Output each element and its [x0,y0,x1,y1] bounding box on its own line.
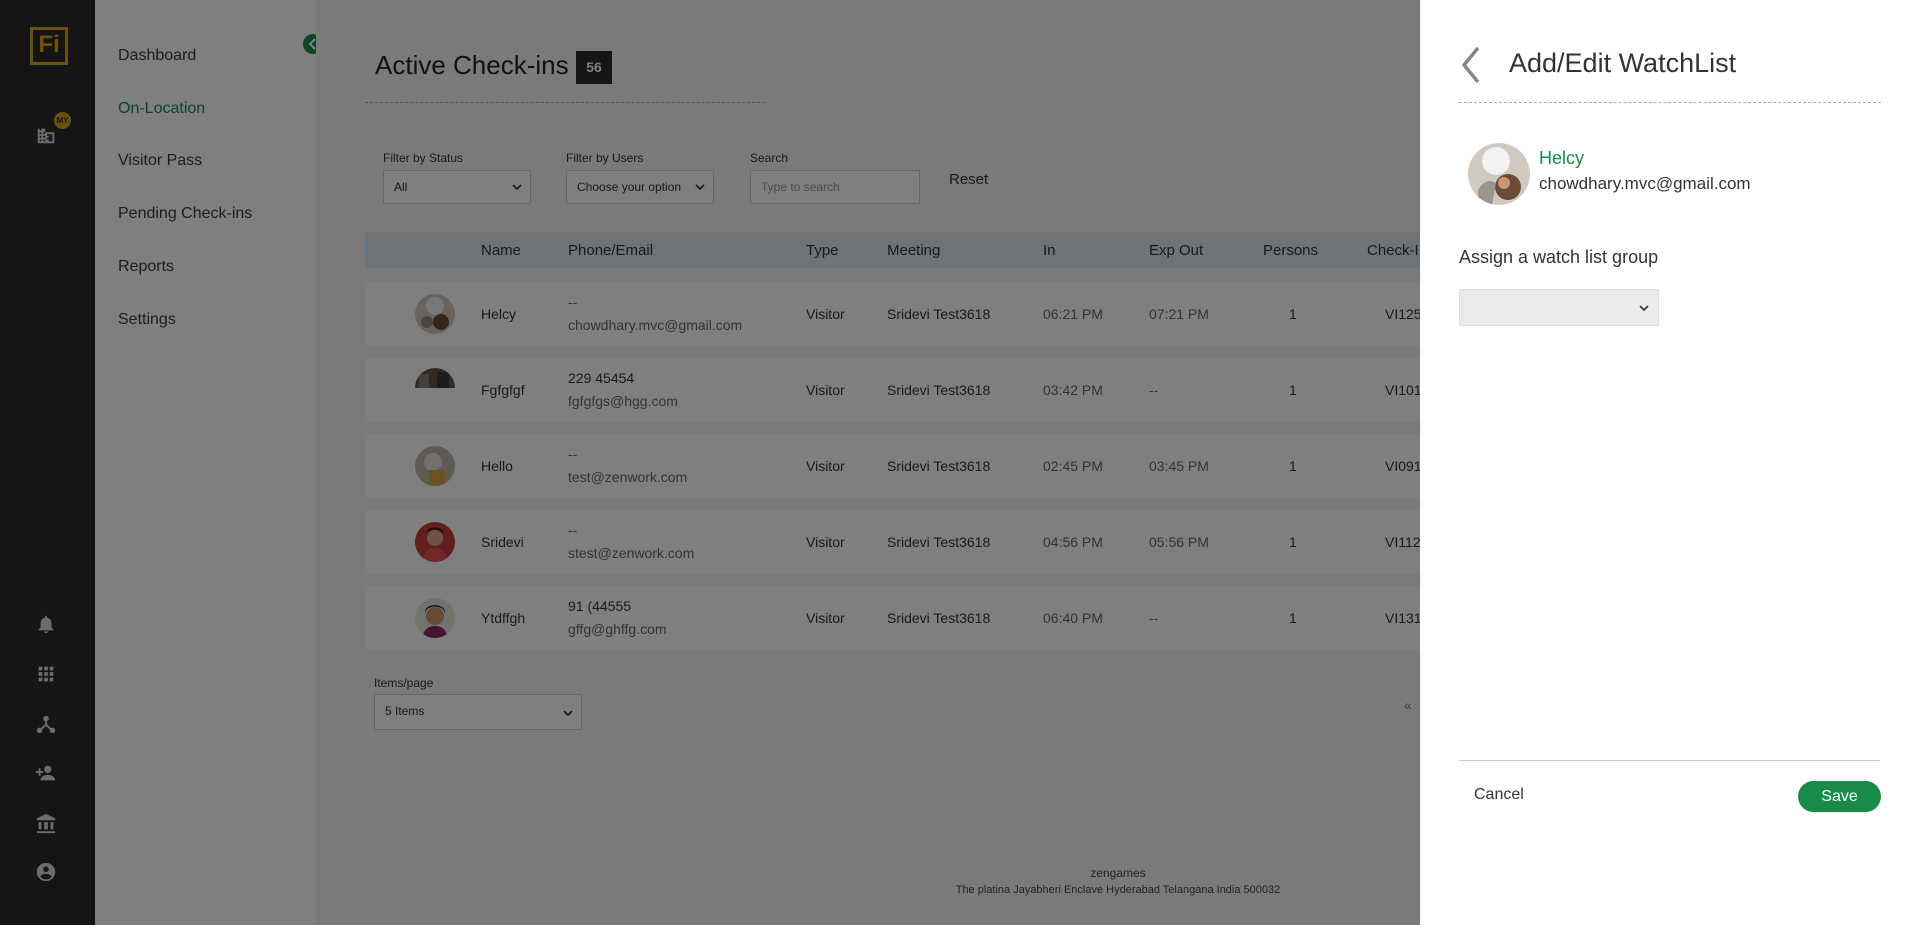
save-button[interactable]: Save [1798,781,1881,812]
assign-group-label: Assign a watch list group [1459,247,1659,267]
watchlist-panel: Add/Edit WatchList Helcy chowdhary.mvc@g… [1420,0,1920,925]
person-name[interactable]: Helcy [1539,148,1584,169]
back-button[interactable] [1456,44,1486,86]
modal-backdrop[interactable] [0,0,1420,925]
panel-footer-divider [1459,760,1880,761]
chevron-down-icon [1639,305,1649,312]
chevron-left-icon [1461,46,1480,84]
person-email: chowdhary.mvc@gmail.com [1539,174,1751,193]
panel-title-divider [1459,102,1881,103]
panel-title: Add/Edit WatchList [1509,48,1737,78]
watchlist-group-select[interactable] [1459,289,1659,326]
cancel-button[interactable]: Cancel [1474,786,1524,804]
person-avatar [1468,143,1530,205]
